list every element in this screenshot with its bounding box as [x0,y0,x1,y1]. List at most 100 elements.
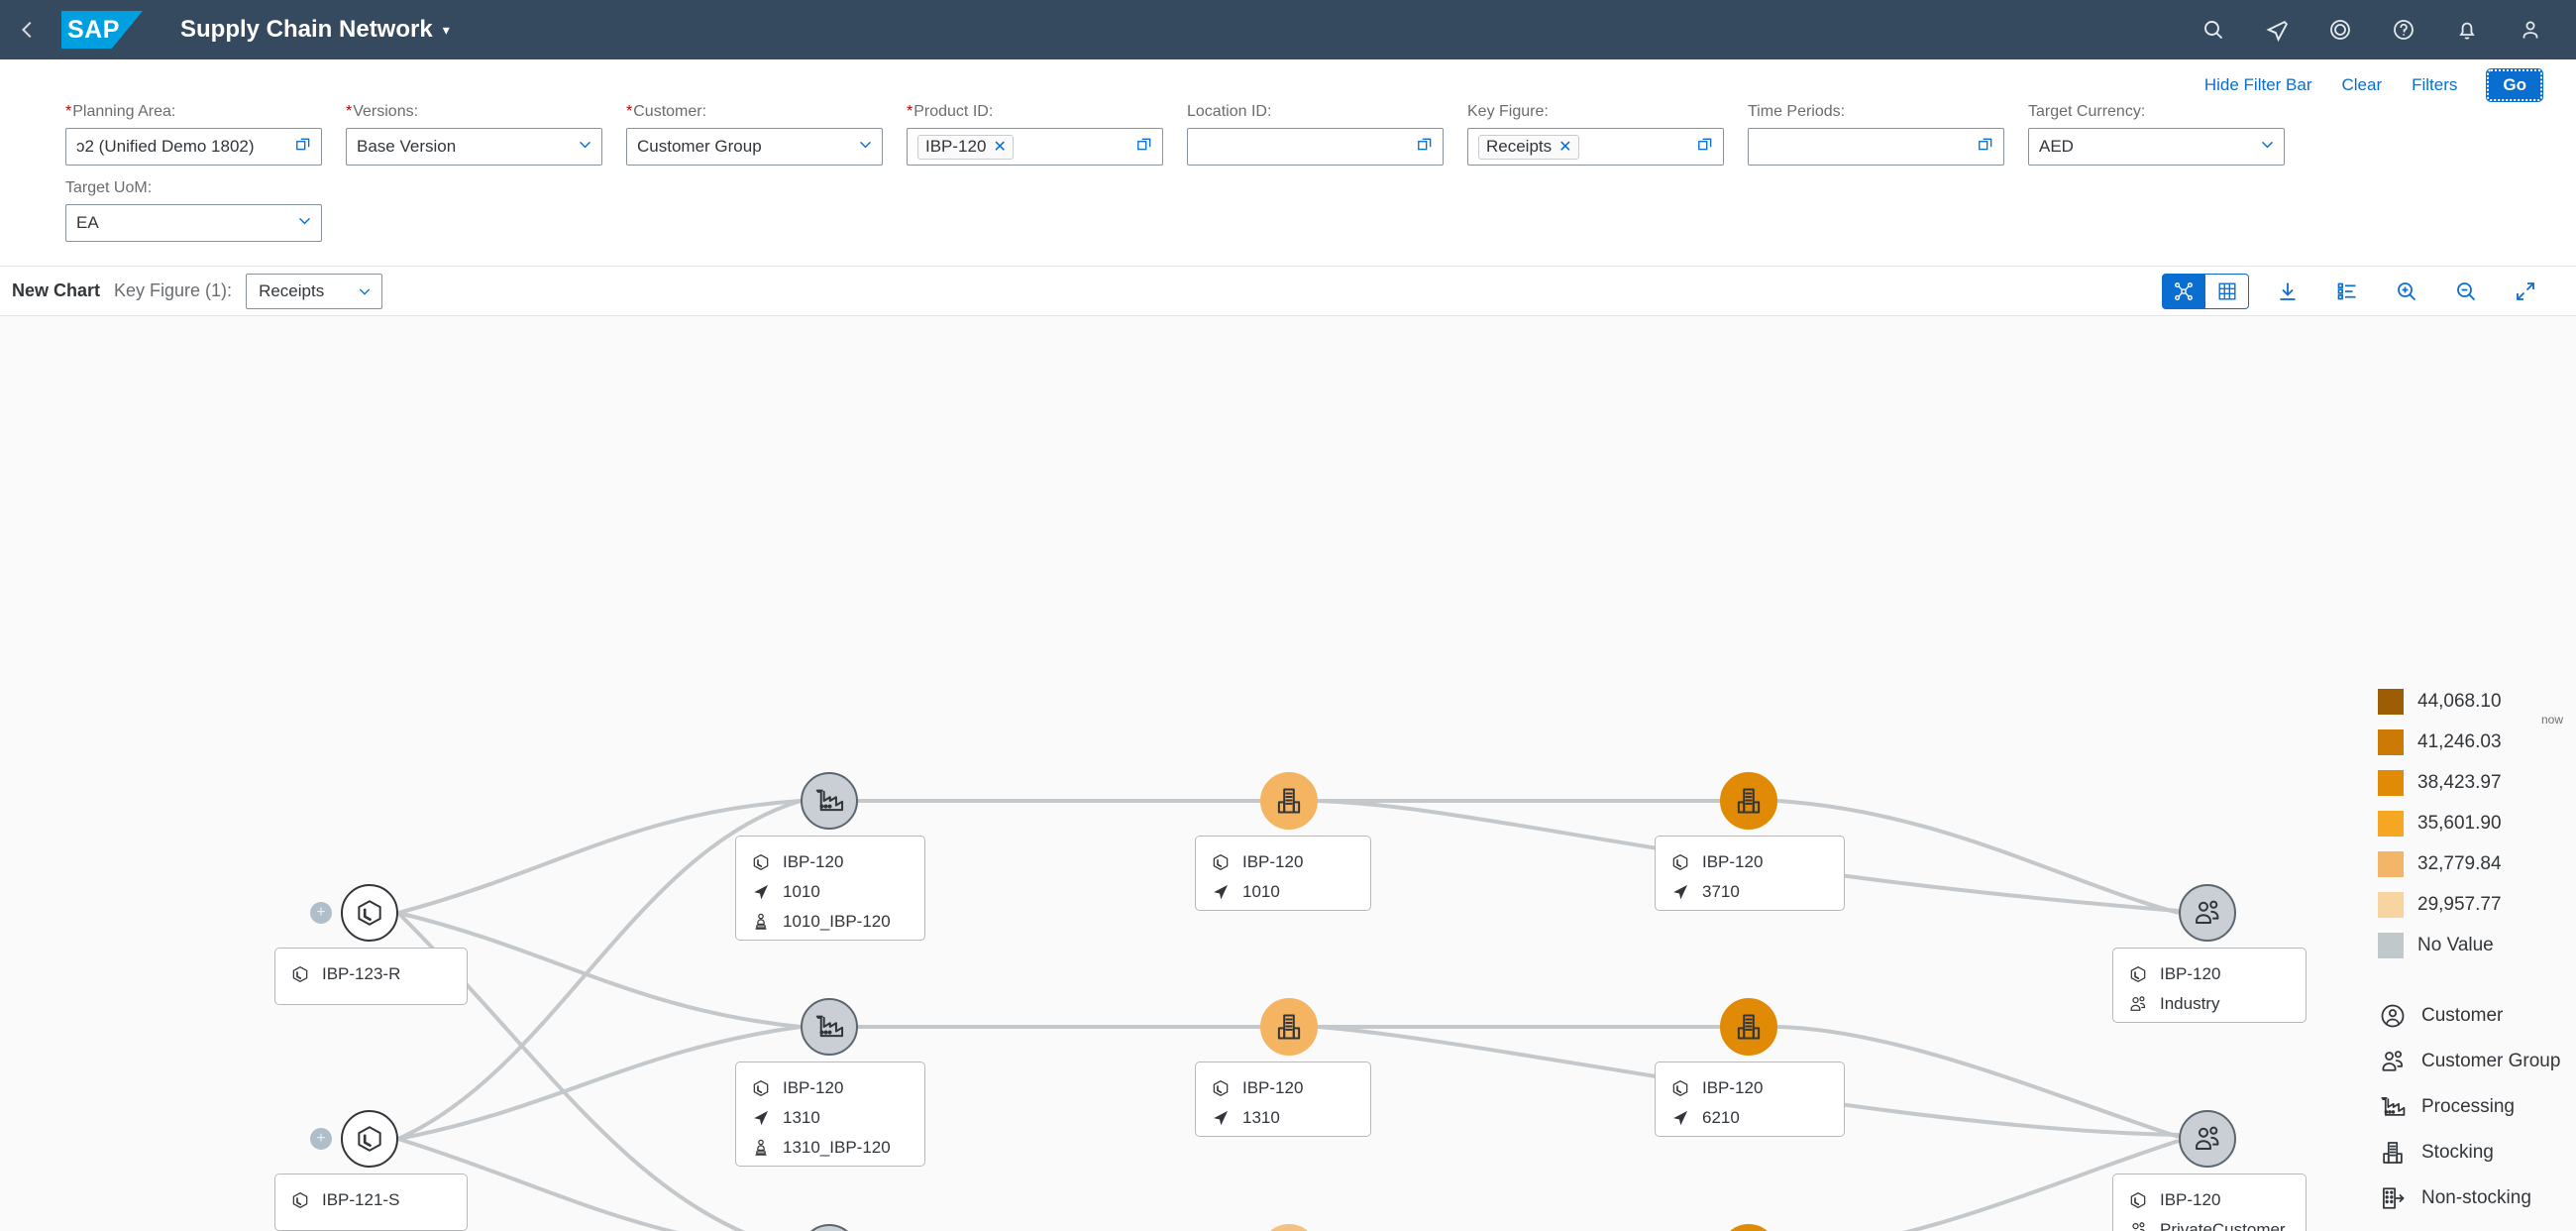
expand-node-badge[interactable]: + [310,1128,332,1150]
node-product[interactable] [341,1110,398,1168]
chevron-down-icon[interactable]: ▾ [443,23,450,37]
node-detail-text: 6210 [1702,1108,1740,1128]
megaphone-icon[interactable] [2245,0,2308,59]
product-icon [290,1190,310,1210]
bell-icon[interactable] [2435,0,2499,59]
sap-logo-text: SAP [61,16,120,45]
clear-button[interactable]: Clear [2341,75,2382,95]
filter-input-customer[interactable]: Customer Group [626,128,883,166]
filters-button[interactable]: Filters [2412,75,2457,95]
node-detail-box[interactable]: IBP-120PrivateCustomer [2112,1174,2307,1231]
filter-input-key-figure[interactable]: Receipts✕ [1467,128,1724,166]
filter-value-planning-area: ɔ2 (Unified Demo 1802) [76,137,290,157]
filter-input-location-id[interactable] [1187,128,1444,166]
chart-toolbar-actions [2162,274,2546,309]
search-icon[interactable] [2182,0,2245,59]
expand-node-badge[interactable]: + [310,902,332,924]
go-button[interactable]: Go [2487,69,2542,101]
filter-input-product-id[interactable]: IBP-120 ✕ [907,128,1163,166]
zoom-out-icon [2454,280,2478,303]
node-detail-box[interactable]: IBP-1201310 [1195,1062,1371,1137]
value-help-icon[interactable] [1977,135,1995,159]
fullscreen-button[interactable] [2505,274,2546,309]
location-icon [1211,1108,1231,1128]
processing-icon [813,785,845,817]
token-key-figure[interactable]: Receipts✕ [1478,135,1579,160]
sap-logo[interactable]: SAP [61,11,143,49]
back-button[interactable] [0,0,55,59]
node-detail-row: 1010 [1210,877,1356,907]
value-help-icon[interactable] [294,135,313,159]
node-stocking[interactable] [1260,998,1318,1056]
hide-filter-bar-button[interactable]: Hide Filter Bar [2204,75,2312,95]
node-stocking[interactable] [1720,998,1777,1056]
node-detail-box[interactable]: IBP-1203710 [1655,836,1845,911]
legend-color-swatch [2378,729,2404,755]
product-icon [2127,1190,2149,1210]
token-label: IBP-120 [925,137,986,157]
node-stocking[interactable] [1720,772,1777,830]
node-detail-text: IBP-123-R [322,964,400,984]
node-detail-box[interactable]: IBP-121-S [274,1174,468,1231]
node-detail-box[interactable]: IBP-123-R [274,948,468,1005]
node-detail-row: 1310 [750,1103,911,1133]
legend-type-row: Processing [2378,1084,2576,1130]
table-view-button[interactable] [2205,274,2249,309]
network-view-button[interactable] [2162,274,2205,309]
stocking-icon [1733,785,1765,817]
node-customer-group[interactable] [2179,884,2236,942]
chevron-down-icon[interactable] [857,136,874,158]
target-icon[interactable] [2308,0,2372,59]
legend-button[interactable] [2326,274,2368,309]
expand-icon [2514,280,2537,303]
product-icon [289,964,311,984]
product-icon [750,1078,772,1098]
legend-type-label: Stocking [2421,1142,2494,1164]
token-remove-icon[interactable]: ✕ [1558,137,1571,157]
chevron-down-icon[interactable] [2259,136,2276,158]
network-graph-canvas[interactable]: IBP-123-R + IBP-121-S + IBP-12010101010_IBP-… [0,316,2576,1231]
node-customer-group[interactable] [2179,1110,2236,1168]
filter-input-versions[interactable]: Base Version [346,128,602,166]
node-detail-box[interactable]: IBP-12010101010_IBP-120 [735,836,925,941]
value-help-icon[interactable] [1135,135,1154,159]
legend-type-label: Customer Group [2421,1051,2560,1072]
legend-scale-row: No Value [2378,925,2576,965]
filter-input-planning-area[interactable]: ɔ2 (Unified Demo 1802) [65,128,322,166]
chevron-down-icon[interactable] [577,136,593,158]
node-detail-box[interactable]: IBP-120Industry [2112,948,2307,1023]
node-detail-box[interactable]: IBP-12013101310_IBP-120 [735,1062,925,1167]
filter-input-target-currency[interactable]: AED [2028,128,2285,166]
download-button[interactable] [2267,274,2308,309]
legend-color-swatch [2378,892,2404,918]
token-remove-icon[interactable]: ✕ [993,137,1006,157]
node-detail-box[interactable]: IBP-1201010 [1195,836,1371,911]
user-icon[interactable] [2499,0,2562,59]
filter-input-time-periods[interactable] [1748,128,2004,166]
node-detail-text: IBP-120 [783,1078,843,1098]
customer-icon [2378,1002,2408,1030]
app-title-area[interactable]: Supply Chain Network ▾ [180,16,450,44]
filter-input-target-uom[interactable]: EA [65,204,322,242]
filter-value-target-uom: EA [76,213,292,233]
key-figure-select[interactable]: Receipts [246,274,382,309]
node-product[interactable] [341,884,398,942]
filter-label-key-figure: Key Figure: [1467,103,1748,121]
node-processing[interactable] [801,998,858,1056]
chevron-down-icon[interactable] [296,212,313,234]
list-icon [2335,280,2359,303]
node-detail-text: 1010 [783,882,820,902]
filter-bar-actions: Hide Filter Bar Clear Filters Go [0,59,2576,103]
node-processing[interactable] [801,772,858,830]
zoom-in-button[interactable] [2386,274,2427,309]
node-detail-row: 1010 [750,877,911,907]
filter-field-time-periods: Time Periods: [1748,103,2028,166]
value-help-icon[interactable] [1416,135,1435,159]
node-detail-box[interactable]: IBP-1206210 [1655,1062,1845,1137]
node-stocking[interactable] [1260,772,1318,830]
token-product-id[interactable]: IBP-120 ✕ [917,135,1014,160]
value-help-icon[interactable] [1696,135,1715,159]
zoom-out-button[interactable] [2445,274,2487,309]
location-icon [751,882,771,902]
help-icon[interactable] [2372,0,2435,59]
